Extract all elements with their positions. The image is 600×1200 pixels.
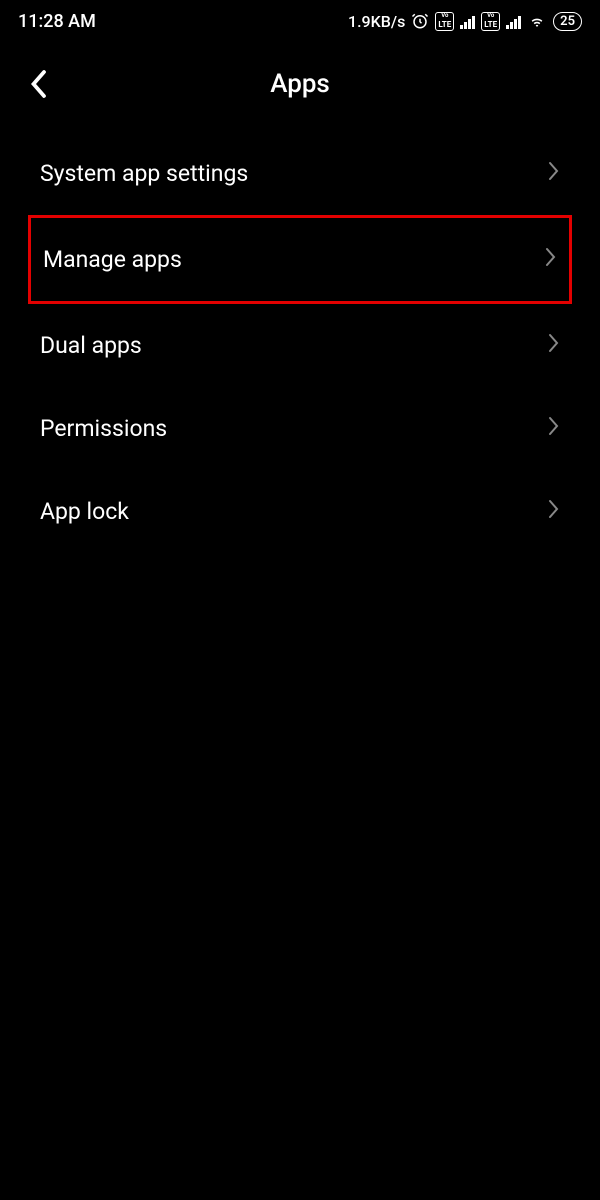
chevron-right-icon (548, 498, 560, 525)
volte-badge-2: Vo LTE (481, 12, 500, 31)
status-bar: 11:28 AM 1.9KB/s Vo LTE Vo LTE (0, 0, 600, 42)
list-item-label: Manage apps (43, 246, 182, 273)
status-net-speed: 1.9KB/s (348, 12, 405, 31)
list-item-label: Dual apps (40, 332, 142, 359)
page-title: Apps (270, 69, 330, 99)
list-item-label: App lock (40, 498, 129, 525)
settings-list: System app settings Manage apps Dual app… (0, 132, 600, 553)
volte-badge-1: Vo LTE (435, 12, 454, 31)
chevron-right-icon (548, 160, 560, 187)
list-item-label: System app settings (40, 160, 248, 187)
list-item-dual-apps[interactable]: Dual apps (0, 304, 600, 387)
wifi-icon (527, 13, 547, 29)
back-button[interactable] (20, 66, 56, 102)
battery-indicator: 25 (553, 12, 582, 31)
chevron-right-icon (548, 332, 560, 359)
chevron-left-icon (29, 69, 47, 99)
list-item-permissions[interactable]: Permissions (0, 387, 600, 470)
list-item-app-lock[interactable]: App lock (0, 470, 600, 553)
list-item-manage-apps[interactable]: Manage apps (28, 215, 572, 304)
list-item-label: Permissions (40, 415, 167, 442)
status-time: 11:28 AM (18, 11, 96, 32)
list-item-system-app-settings[interactable]: System app settings (0, 132, 600, 215)
alarm-icon (411, 12, 429, 30)
header: Apps (0, 42, 600, 132)
chevron-right-icon (548, 415, 560, 442)
signal-icon-1 (460, 14, 475, 29)
chevron-right-icon (545, 246, 557, 273)
signal-icon-2 (506, 14, 521, 29)
